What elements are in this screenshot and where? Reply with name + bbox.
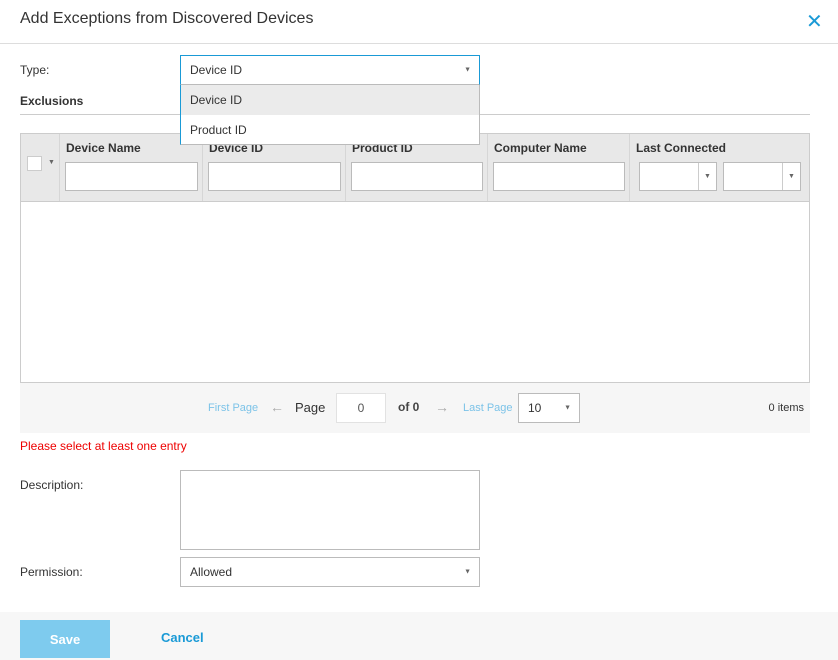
- computer-name-filter[interactable]: [493, 162, 625, 191]
- dialog-title: Add Exceptions from Discovered Devices: [20, 10, 314, 27]
- page-count: of 0: [398, 400, 420, 414]
- column-header[interactable]: Device Name: [66, 141, 141, 155]
- permission-label: Permission:: [20, 565, 83, 579]
- chevron-down-icon: ▼: [464, 568, 471, 576]
- type-label: Type:: [20, 63, 50, 77]
- arrow-left-icon[interactable]: ←: [270, 399, 284, 415]
- cancel-button[interactable]: Cancel: [161, 630, 204, 645]
- description-label: Description:: [20, 478, 84, 492]
- chevron-down-icon: ▼: [564, 404, 571, 412]
- device-name-filter[interactable]: [65, 162, 198, 191]
- device-id-filter[interactable]: [208, 162, 341, 191]
- save-button[interactable]: Save: [20, 620, 110, 658]
- product-id-filter[interactable]: [351, 162, 483, 191]
- chevron-down-icon: ▼: [782, 163, 800, 190]
- type-select-value: Device ID: [190, 63, 243, 77]
- chevron-down-icon: ▼: [698, 163, 716, 190]
- type-option-product-id[interactable]: Product ID: [181, 115, 479, 145]
- dialog-footer: [0, 612, 838, 660]
- type-dropdown: Device ID Product ID: [180, 85, 480, 145]
- page-size-select[interactable]: 10 ▼: [518, 393, 580, 423]
- column-header[interactable]: Last Connected: [636, 141, 726, 155]
- exclusions-table: ▼ Device Name Device ID Product ID Compu…: [20, 133, 810, 383]
- last-connected-date-select[interactable]: ▼: [723, 162, 801, 191]
- close-icon[interactable]: ✕: [806, 10, 823, 34]
- select-all-checkbox[interactable]: [27, 156, 42, 171]
- last-page-link[interactable]: Last Page: [463, 402, 513, 414]
- type-select[interactable]: Device ID ▼: [180, 55, 480, 85]
- exclusions-heading: Exclusions: [20, 94, 84, 108]
- first-page-link[interactable]: First Page: [208, 402, 258, 414]
- type-option-device-id[interactable]: Device ID: [181, 85, 479, 115]
- page-size-value: 10: [528, 401, 542, 415]
- items-count: 0 items: [768, 402, 804, 414]
- permission-select[interactable]: Allowed ▼: [180, 557, 480, 587]
- last-connected-operator-select[interactable]: ▼: [639, 162, 717, 191]
- column-computer-name: Computer Name: [487, 134, 629, 201]
- chevron-down-icon: ▼: [464, 66, 471, 74]
- column-last-connected: Last Connected ▼ ▼: [629, 134, 809, 201]
- page-input[interactable]: 0: [336, 393, 386, 423]
- chevron-down-icon[interactable]: ▼: [48, 159, 55, 166]
- pager: First Page ← Page 0 of 0 → Last Page 10 …: [20, 383, 810, 433]
- description-input[interactable]: [180, 470, 480, 550]
- divider: [0, 43, 838, 44]
- page-label: Page: [295, 400, 326, 415]
- select-all-column: ▼: [21, 134, 59, 201]
- error-message: Please select at least one entry: [20, 439, 187, 453]
- arrow-right-icon[interactable]: →: [435, 399, 449, 415]
- column-header[interactable]: Computer Name: [494, 141, 587, 155]
- permission-value: Allowed: [190, 565, 233, 579]
